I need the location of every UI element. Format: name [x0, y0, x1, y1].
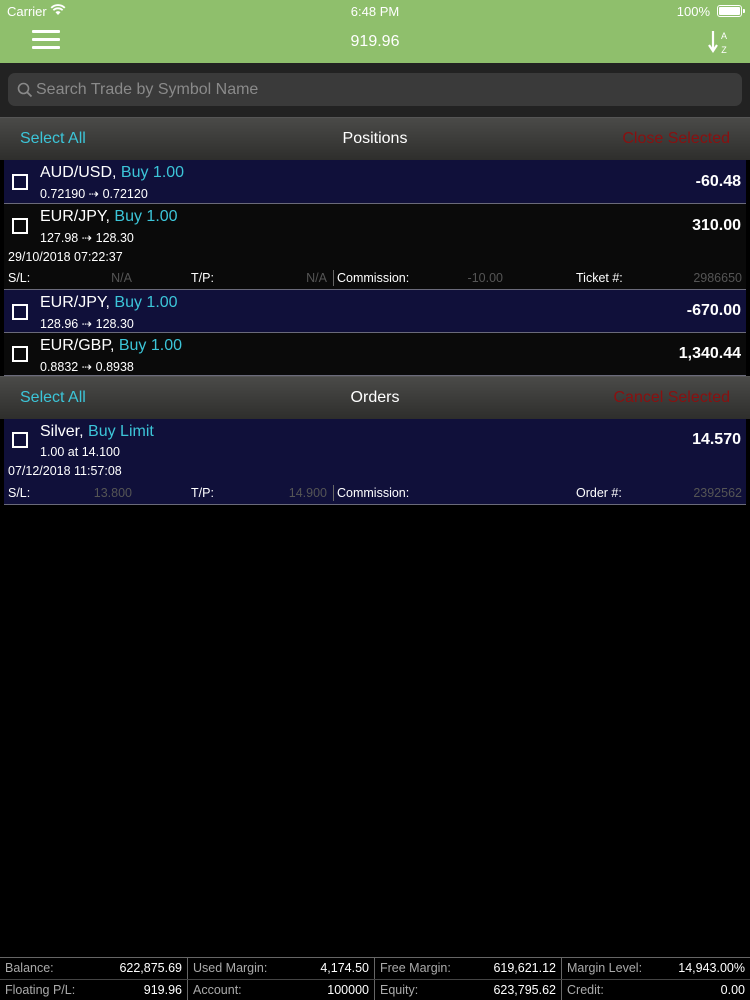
battery-percent: 100% — [676, 4, 710, 19]
margin-level-cell: Margin Level: 14,943.00% — [562, 958, 750, 979]
free-margin-label: Free Margin: — [380, 961, 451, 975]
balance-cell: Balance: 622,875.69 — [0, 958, 188, 979]
commission-value: -10.00 — [467, 271, 503, 285]
equity-label: Equity: — [380, 983, 419, 997]
order-row[interactable]: Silver, Buy Limit 1.00 at 14.100 14.570 … — [4, 419, 746, 505]
search-bar — [0, 63, 750, 117]
positions-header: Select All Positions Close Selected — [0, 117, 750, 160]
tp-label: T/P: — [191, 271, 214, 285]
floating-pl-label: Floating P/L: — [5, 983, 76, 997]
ticket-label: Ticket #: — [576, 271, 623, 285]
search-icon — [17, 82, 33, 98]
account-summary: Balance: 622,875.69 Used Margin: 4,174.5… — [0, 957, 750, 1000]
orders-select-all-button[interactable]: Select All — [20, 389, 86, 407]
tp-label: T/P: — [191, 486, 214, 500]
credit-label: Credit: — [567, 983, 604, 997]
position-symbol: AUD/USD, — [40, 164, 117, 181]
account-cell: Account: 100000 — [188, 980, 375, 1000]
account-value: 100000 — [327, 983, 369, 997]
close-selected-button[interactable]: Close Selected — [622, 130, 730, 148]
svg-text:Z: Z — [721, 45, 727, 55]
position-checkbox[interactable] — [12, 346, 28, 362]
floating-pl-value: 919.96 — [143, 983, 182, 997]
order-action: Buy Limit — [88, 423, 154, 440]
order-price: 14.570 — [692, 431, 741, 448]
clock: 6:48 PM — [350, 4, 400, 19]
position-prices: 0.8832 ⇢ 0.8938 — [40, 360, 134, 374]
position-row[interactable]: AUD/USD, Buy 1.00 0.72190 ⇢ 0.72120 -60.… — [4, 160, 746, 204]
hamburger-menu-icon[interactable] — [32, 30, 60, 52]
battery-icon — [717, 5, 745, 17]
position-row[interactable]: EUR/GBP, Buy 1.00 0.8832 ⇢ 0.8938 1,340.… — [4, 333, 746, 376]
order-symbol: Silver, — [40, 423, 84, 440]
position-prices: 128.96 ⇢ 128.30 — [40, 317, 134, 331]
position-checkbox[interactable] — [12, 304, 28, 320]
order-time: 07/12/2018 11:57:08 — [8, 464, 122, 478]
account-label: Account: — [193, 983, 242, 997]
position-symbol: EUR/JPY, — [40, 294, 110, 311]
equity-value: 623,795.62 — [493, 983, 556, 997]
order-symbol-line: Silver, Buy Limit — [40, 423, 154, 441]
order-prices: 1.00 at 14.100 — [40, 445, 120, 459]
position-row[interactable]: EUR/JPY, Buy 1.00 127.98 ⇢ 128.30 310.00… — [4, 204, 746, 290]
position-checkbox[interactable] — [12, 174, 28, 190]
position-symbol-line: EUR/JPY, Buy 1.00 — [40, 208, 178, 226]
position-row[interactable]: EUR/JPY, Buy 1.00 128.96 ⇢ 128.30 -670.0… — [4, 290, 746, 333]
position-prices: 127.98 ⇢ 128.30 — [40, 231, 134, 245]
sort-az-icon[interactable]: A Z — [708, 28, 730, 56]
position-pl: -60.48 — [695, 173, 741, 190]
tp-value: N/A — [306, 271, 327, 285]
tp-value: 14.900 — [288, 486, 327, 500]
position-symbol: EUR/JPY, — [40, 208, 110, 225]
position-action: Buy 1.00 — [118, 337, 183, 354]
floating-pl-cell: Floating P/L: 919.96 — [0, 980, 188, 1000]
order-number-value: 2392562 — [693, 486, 742, 500]
used-margin-label: Used Margin: — [193, 961, 268, 975]
position-symbol-line: EUR/GBP, Buy 1.00 — [40, 337, 182, 355]
sl-value: N/A — [111, 271, 132, 285]
orders-header: Select All Orders Cancel Selected — [0, 376, 750, 419]
order-checkbox[interactable] — [12, 432, 28, 448]
position-checkbox[interactable] — [12, 218, 28, 234]
balance-label: Balance: — [5, 961, 54, 975]
credit-cell: Credit: 0.00 — [562, 980, 750, 1000]
free-margin-cell: Free Margin: 619,621.12 — [375, 958, 562, 979]
commission-label: Commission: — [337, 486, 410, 500]
used-margin-cell: Used Margin: 4,174.50 — [188, 958, 375, 979]
sl-label: S/L: — [8, 486, 31, 500]
search-box[interactable] — [8, 73, 742, 106]
detail-divider — [333, 270, 334, 286]
used-margin-value: 4,174.50 — [320, 961, 369, 975]
position-open-time: 29/10/2018 07:22:37 — [8, 250, 123, 264]
position-pl: 310.00 — [692, 217, 741, 234]
credit-value: 0.00 — [720, 983, 745, 997]
margin-level-label: Margin Level: — [567, 961, 643, 975]
nav-bar: 919.96 A Z — [0, 22, 750, 63]
position-symbol-line: AUD/USD, Buy 1.00 — [40, 164, 184, 182]
balance-value: 622,875.69 — [119, 961, 182, 975]
position-symbol-line: EUR/JPY, Buy 1.00 — [40, 294, 178, 312]
search-input[interactable] — [36, 73, 736, 106]
detail-divider — [333, 485, 334, 501]
order-number-label: Order #: — [576, 486, 622, 500]
position-pl: -670.00 — [686, 302, 741, 319]
cancel-selected-button[interactable]: Cancel Selected — [613, 389, 730, 407]
equity-cell: Equity: 623,795.62 — [375, 980, 562, 1000]
margin-level-value: 14,943.00% — [678, 961, 745, 975]
position-action: Buy 1.00 — [120, 164, 185, 181]
position-action: Buy 1.00 — [114, 208, 178, 225]
nav-title: 919.96 — [350, 33, 400, 50]
ticket-value: 2986650 — [693, 271, 742, 285]
position-prices: 0.72190 ⇢ 0.72120 — [40, 187, 148, 201]
position-pl: 1,340.44 — [678, 345, 741, 362]
position-action: Buy 1.00 — [114, 294, 178, 311]
free-margin-value: 619,621.12 — [493, 961, 556, 975]
commission-label: Commission: — [337, 271, 410, 285]
sl-label: S/L: — [8, 271, 31, 285]
status-bar: Carrier 6:48 PM 100% — [0, 0, 750, 22]
positions-select-all-button[interactable]: Select All — [20, 130, 86, 148]
sl-value: 13.800 — [93, 486, 132, 500]
svg-text:A: A — [721, 31, 727, 41]
position-symbol: EUR/GBP, — [40, 337, 115, 354]
